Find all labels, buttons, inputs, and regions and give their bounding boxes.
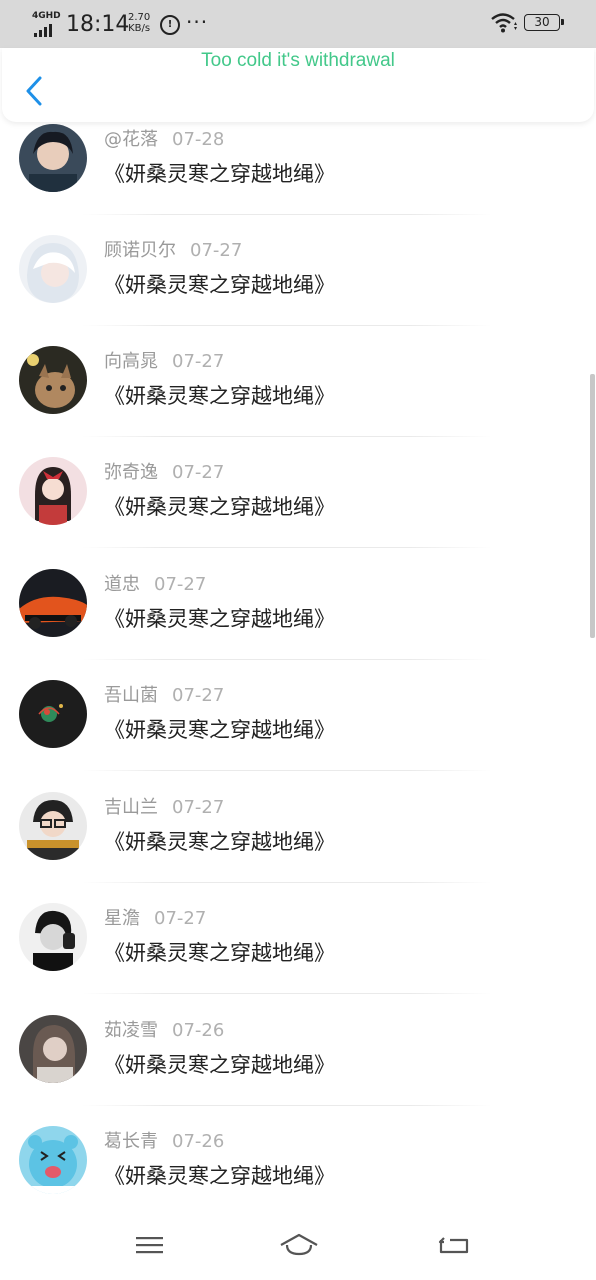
status-bar: 4GHD 18:14 2.70 KB/s ! ··· 30 [0, 0, 596, 48]
divider [82, 993, 492, 994]
comment-meta: @花落 07-28 [104, 128, 224, 152]
comment-meta: 吾山菌 07-27 [104, 684, 224, 708]
book-title[interactable]: 《妍桑灵寒之穿越地绳》 [104, 605, 335, 633]
speed-unit: KB/s [128, 23, 151, 34]
username[interactable]: 星澹 [104, 908, 140, 929]
list-item[interactable]: 葛长青 07-26 《妍桑灵寒之穿越地绳》 [0, 1126, 596, 1212]
comment-date: 07-27 [172, 351, 225, 372]
battery-tip [561, 19, 564, 25]
header: Too cold it's withdrawal [2, 48, 594, 122]
avatar[interactable] [19, 903, 87, 971]
divider [82, 436, 492, 437]
comment-date: 07-27 [172, 462, 225, 483]
username[interactable]: 向高晁 [104, 351, 158, 372]
divider [82, 882, 492, 883]
divider [82, 547, 492, 548]
username[interactable]: 道忠 [104, 574, 140, 595]
username[interactable]: 弥奇逸 [104, 462, 158, 483]
username[interactable]: @花落 [104, 129, 158, 150]
chevron-left-icon [26, 76, 42, 106]
list-item[interactable]: 茹凌雪 07-26 《妍桑灵寒之穿越地绳》 [0, 1015, 596, 1126]
avatar[interactable] [19, 1126, 87, 1194]
home-button[interactable] [278, 1230, 320, 1260]
navigation-bar [0, 1212, 596, 1280]
username[interactable]: 葛长青 [104, 1131, 158, 1152]
toast-message: Too cold it's withdrawal [201, 50, 395, 71]
comment-date: 07-26 [172, 1020, 225, 1041]
avatar[interactable] [19, 457, 87, 525]
avatar[interactable] [19, 235, 87, 303]
network-speed: 2.70 KB/s [128, 12, 150, 34]
scrollbar[interactable] [590, 374, 595, 638]
list-item[interactable]: 弥奇逸 07-27 《妍桑灵寒之穿越地绳》 [0, 457, 596, 568]
comment-meta: 吉山兰 07-27 [104, 796, 224, 820]
list-item[interactable]: 星澹 07-27 《妍桑灵寒之穿越地绳》 [0, 903, 596, 1014]
divider [82, 325, 492, 326]
book-title[interactable]: 《妍桑灵寒之穿越地绳》 [104, 382, 335, 410]
list-item[interactable]: 吉山兰 07-27 《妍桑灵寒之穿越地绳》 [0, 792, 596, 903]
comment-meta: 茹凌雪 07-26 [104, 1019, 224, 1043]
wifi-icon [491, 13, 517, 33]
speed-value: 2.70 [128, 12, 151, 23]
menu-icon [136, 1237, 163, 1254]
comment-date: 07-27 [154, 574, 207, 595]
comment-meta: 道忠 07-27 [104, 573, 206, 597]
status-time: 18:14 [66, 12, 130, 37]
network-type: 4GHD [32, 11, 61, 21]
username[interactable]: 吉山兰 [104, 797, 158, 818]
username[interactable]: 顾诺贝尔 [104, 240, 176, 261]
list-item[interactable]: 道忠 07-27 《妍桑灵寒之穿越地绳》 [0, 569, 596, 680]
comment-meta: 星澹 07-27 [104, 907, 206, 931]
book-title[interactable]: 《妍桑灵寒之穿越地绳》 [104, 1162, 335, 1190]
divider [82, 1105, 492, 1106]
book-title[interactable]: 《妍桑灵寒之穿越地绳》 [104, 828, 335, 856]
comment-date: 07-27 [190, 240, 243, 261]
avatar[interactable] [19, 124, 87, 192]
list-item[interactable]: 向高晁 07-27 《妍桑灵寒之穿越地绳》 [0, 346, 596, 457]
signal-icon [34, 24, 52, 37]
avatar[interactable] [19, 1015, 87, 1083]
back-nav-button[interactable] [436, 1230, 472, 1260]
list-item[interactable]: @花落 07-28 《妍桑灵寒之穿越地绳》 [0, 124, 596, 235]
comment-list[interactable]: @花落 07-28 《妍桑灵寒之穿越地绳》 顾诺贝尔 07-27 《妍桑灵寒之穿越地… [0, 122, 596, 1212]
book-title[interactable]: 《妍桑灵寒之穿越地绳》 [104, 160, 335, 188]
comment-date: 07-28 [172, 129, 225, 150]
comment-meta: 弥奇逸 07-27 [104, 461, 224, 485]
battery-icon: 30 [524, 14, 560, 31]
username[interactable]: 茹凌雪 [104, 1020, 158, 1041]
comment-date: 07-26 [172, 1131, 225, 1152]
back-icon [438, 1237, 469, 1254]
avatar[interactable] [19, 792, 87, 860]
book-title[interactable]: 《妍桑灵寒之穿越地绳》 [104, 1051, 335, 1079]
list-item[interactable]: 顾诺贝尔 07-27 《妍桑灵寒之穿越地绳》 [0, 235, 596, 346]
comment-meta: 向高晁 07-27 [104, 350, 224, 374]
avatar[interactable] [19, 346, 87, 414]
more-notifications-icon: ··· [186, 10, 209, 34]
comment-date: 07-27 [172, 685, 225, 706]
menu-button[interactable] [132, 1230, 168, 1260]
book-title[interactable]: 《妍桑灵寒之穿越地绳》 [104, 271, 335, 299]
comment-date: 07-27 [154, 908, 207, 929]
book-title[interactable]: 《妍桑灵寒之穿越地绳》 [104, 716, 335, 744]
comment-meta: 顾诺贝尔 07-27 [104, 239, 242, 263]
username[interactable]: 吾山菌 [104, 685, 158, 706]
divider [82, 770, 492, 771]
divider [82, 214, 492, 215]
notification-icon: ! [160, 15, 180, 35]
home-icon [280, 1233, 318, 1256]
avatar[interactable] [19, 569, 87, 637]
back-button[interactable] [22, 74, 46, 108]
avatar[interactable] [19, 680, 87, 748]
list-item[interactable]: 吾山菌 07-27 《妍桑灵寒之穿越地绳》 [0, 680, 596, 791]
book-title[interactable]: 《妍桑灵寒之穿越地绳》 [104, 939, 335, 967]
comment-date: 07-27 [172, 797, 225, 818]
book-title[interactable]: 《妍桑灵寒之穿越地绳》 [104, 493, 335, 521]
divider [82, 659, 492, 660]
comment-meta: 葛长青 07-26 [104, 1130, 224, 1154]
